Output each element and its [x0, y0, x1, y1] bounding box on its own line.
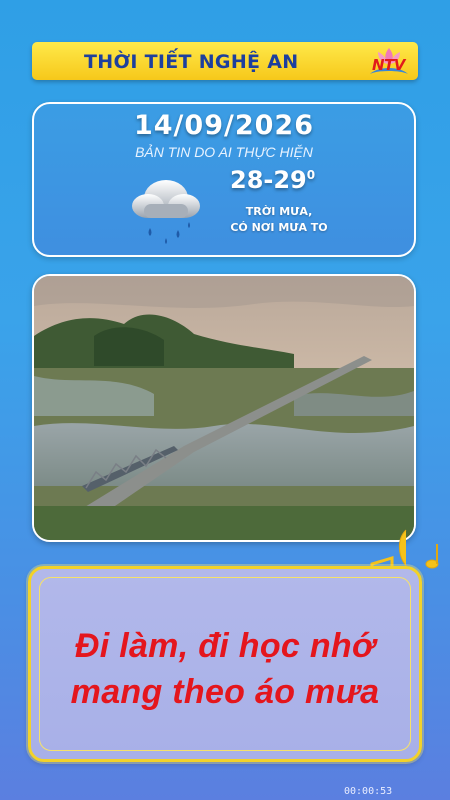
forecast-date: 14/09/2026: [133, 110, 314, 141]
page-title: THỜI TIẾT NGHỆ AN: [84, 51, 299, 73]
logo-text: NTV: [372, 56, 405, 74]
degree-symbol: 0: [306, 168, 316, 182]
reminder-box: Đi làm, đi học nhớ mang theo áo mưa: [28, 566, 422, 762]
temperature-value: 28-29: [230, 166, 307, 194]
condition-line-1: TRỜI MƯA,: [245, 205, 313, 218]
reminder-line-2: mang theo áo mưa: [70, 673, 380, 711]
header-banner: THỜI TIẾT NGHỆ AN NTV: [32, 42, 418, 80]
condition-line-2: CÓ NƠI MƯA TO: [230, 221, 328, 234]
weather-condition: TRỜI MƯA, CÓ NƠI MƯA TO: [224, 204, 334, 236]
bulletin-subtitle: BẢN TIN DO AI THỰC HIỆN: [135, 144, 313, 160]
weather-card: 14/09/2026 BẢN TIN DO AI THỰC HIỆN 28-29…: [32, 102, 416, 257]
reminder-line-1: Đi làm, đi học nhớ: [74, 627, 376, 665]
rain-cloud-icon: [126, 168, 206, 248]
video-timer: 00:00:53: [344, 786, 393, 797]
temperature-range: 28-290: [230, 166, 315, 194]
landscape-photo: [32, 274, 416, 542]
ntv-logo: NTV: [366, 44, 412, 80]
